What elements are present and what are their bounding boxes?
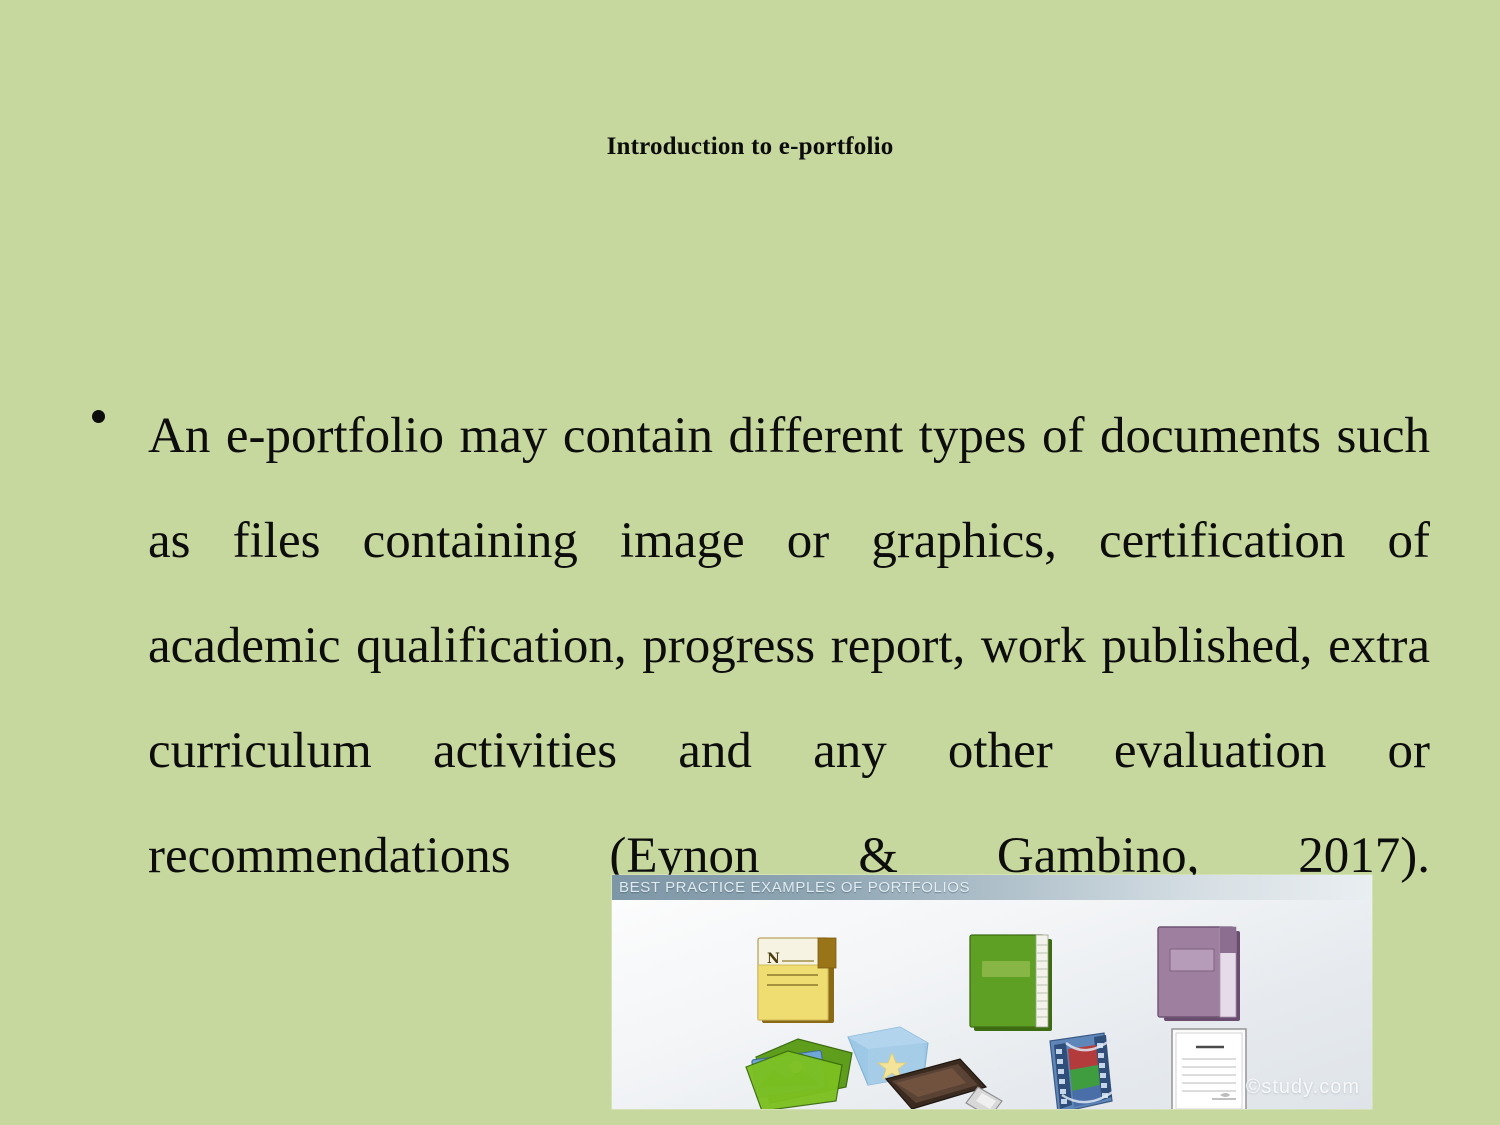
film-strip-icon xyxy=(1049,1032,1115,1109)
bullet-point-icon xyxy=(92,410,105,423)
purple-notebook-icon xyxy=(1157,926,1240,1021)
embedded-portfolio-image: BEST PRACTICE EXAMPLES OF PORTFOLIOS N ©… xyxy=(612,875,1372,1109)
image-banner-label: BEST PRACTICE EXAMPLES OF PORTFOLIOS xyxy=(619,879,971,896)
slide-canvas: Introduction to e-portfolio An e-portfol… xyxy=(0,0,1500,1125)
svg-text:N: N xyxy=(767,951,780,967)
page-title: Introduction to e-portfolio xyxy=(606,133,894,160)
yellow-notebook-icon: N xyxy=(757,937,837,1023)
certificate-document-icon xyxy=(1171,1028,1247,1109)
usb-flash-drive-icon xyxy=(884,1058,1003,1109)
image-watermark: ©study.com xyxy=(1245,1076,1360,1098)
green-notebook-icon xyxy=(969,934,1052,1031)
image-banner: BEST PRACTICE EXAMPLES OF PORTFOLIOS xyxy=(612,875,1372,900)
green-photo-folder-icon xyxy=(745,1038,853,1109)
